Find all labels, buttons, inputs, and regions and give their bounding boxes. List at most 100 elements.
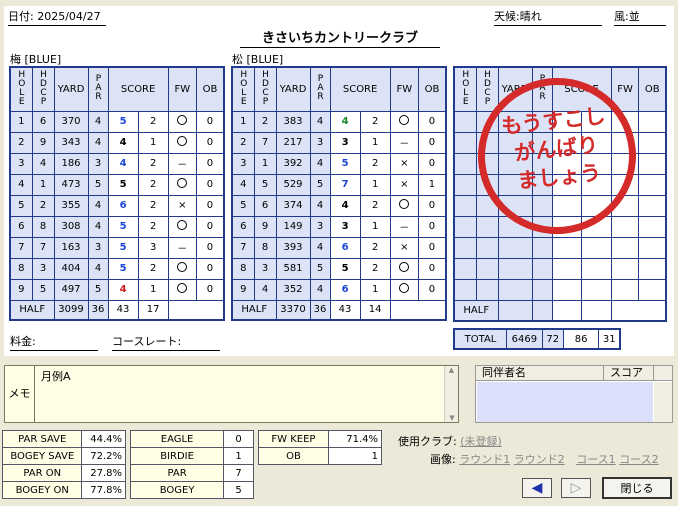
clubs-link[interactable]: (未登録) — [460, 435, 502, 448]
ob-value: 0 — [417, 194, 447, 217]
companion-scrollbar[interactable] — [654, 382, 672, 422]
score-value: 7 — [329, 173, 361, 196]
hdcp-value: 5 — [31, 278, 55, 301]
yard-value: 392 — [275, 152, 311, 175]
course-rate-field[interactable]: コースレート: — [112, 333, 220, 351]
companions-list[interactable]: 同伴者名 スコア — [475, 365, 673, 423]
yard-value: 383 — [275, 110, 311, 133]
ob-value: 0 — [195, 215, 225, 238]
next-button[interactable]: ▷ — [561, 478, 591, 498]
putt-value: 1 — [137, 278, 169, 301]
stat-row: BIRDIE 1 — [129, 447, 254, 465]
fairway-value: × — [389, 173, 419, 196]
front-header-yard: YARD — [53, 66, 89, 112]
memo-text[interactable]: 月例A — [41, 368, 71, 384]
stat-row: EAGLE 0 — [129, 430, 254, 448]
table-row: 8 3 404 4 5 2 0 — [9, 257, 225, 280]
memo-box[interactable]: メモ 月例A ▲ ▼ — [4, 365, 459, 423]
stat-label: PAR — [129, 464, 225, 482]
prev-button[interactable]: ◀ — [522, 478, 552, 498]
fairway-value — [167, 110, 197, 133]
score-value: 5 — [329, 152, 361, 175]
back-half-par: 36 — [309, 299, 331, 321]
putt-value: 1 — [359, 173, 391, 196]
yard-value: 149 — [275, 215, 311, 238]
table-row: 3 1 392 4 5 2 × 0 — [231, 152, 447, 175]
ob-value: 0 — [195, 278, 225, 301]
round2-link[interactable]: ラウンド2 — [514, 453, 565, 466]
stat-row: BOGEY 5 — [129, 481, 254, 499]
hole-number: 3 — [9, 152, 33, 175]
scroll-up-icon[interactable]: ▲ — [445, 366, 458, 374]
putt-value: 2 — [359, 110, 391, 133]
ob-value: 0 — [417, 131, 447, 154]
stat-label: PAR ON — [1, 464, 83, 482]
table-row — [453, 278, 667, 301]
table-row: 3 4 186 3 4 2 － 0 — [9, 152, 225, 175]
table-row: 5 2 355 4 6 2 × 0 — [9, 194, 225, 217]
par-value: 4 — [309, 236, 331, 259]
table-row: 9 4 352 4 6 1 0 — [231, 278, 447, 301]
par-value: 4 — [309, 278, 331, 301]
yard-value: 393 — [275, 236, 311, 259]
hole-number: 3 — [231, 152, 255, 175]
putt-value: 2 — [137, 173, 169, 196]
scroll-down-icon[interactable]: ▼ — [445, 414, 459, 422]
front-half-putt: 17 — [137, 299, 169, 321]
stat-value: 1 — [223, 447, 254, 465]
score-value: 4 — [107, 152, 139, 175]
memo-scrollbar[interactable]: ▲ ▼ — [444, 366, 458, 422]
close-button[interactable]: 閉じる — [602, 477, 672, 499]
table-row: 5 6 374 4 4 2 0 — [231, 194, 447, 217]
back-course-name: 松 [BLUE] — [232, 53, 284, 66]
fee-field[interactable]: 料金: — [10, 333, 98, 351]
score-value: 5 — [107, 110, 139, 133]
yard-value: 308 — [53, 215, 89, 238]
companion-score-header: スコア — [604, 366, 654, 380]
table-row: 7 8 393 4 6 2 × 0 — [231, 236, 447, 259]
hole-number: 4 — [9, 173, 33, 196]
front-half-score: 43 — [107, 299, 139, 321]
putt-value: 2 — [137, 152, 169, 175]
companion-rows[interactable] — [477, 382, 653, 422]
fairway-hit-icon — [399, 262, 410, 272]
stat-row: PAR 7 — [129, 464, 254, 482]
third-header-hdcp: HDCP — [475, 66, 499, 112]
ob-value: 0 — [195, 131, 225, 154]
score-value: 4 — [107, 278, 139, 301]
par-value: 3 — [309, 131, 331, 154]
yard-value: 374 — [275, 194, 311, 217]
total-yard: 6469 — [506, 328, 543, 350]
ob-value: 0 — [195, 236, 225, 259]
weather-field: 天候:晴れ — [494, 8, 602, 26]
hdcp-value: 8 — [31, 215, 55, 238]
round1-link[interactable]: ラウンド1 — [459, 453, 510, 466]
back-nine-table: HOLE HDCP YARD PAR SCORE FW OB 1 2 383 4 4 2 0 2 7 217 3 3… — [231, 66, 447, 321]
par-value: 3 — [87, 236, 109, 259]
stat-value: 44.4% — [81, 430, 126, 448]
stat-value: 0 — [223, 430, 254, 448]
hdcp-value: 1 — [31, 173, 55, 196]
fairway-value — [389, 257, 419, 280]
yard-value: 186 — [53, 152, 89, 175]
hdcp-value: 2 — [31, 194, 55, 217]
fairway-hit-icon — [177, 262, 188, 272]
table-row: 4 5 529 5 7 1 × 1 — [231, 173, 447, 196]
par-value: 4 — [87, 194, 109, 217]
score-value: 5 — [107, 236, 139, 259]
hdcp-value: 2 — [253, 110, 277, 133]
total-table: TOTAL 6469 72 86 31 — [453, 328, 621, 350]
fairway-value: × — [389, 236, 419, 259]
course2-link[interactable]: コース2 — [619, 453, 658, 466]
course1-link[interactable]: コース1 — [576, 453, 615, 466]
score-value: 4 — [329, 110, 361, 133]
table-row — [453, 236, 667, 259]
ob-value: 0 — [195, 257, 225, 280]
front-header-score: SCORE — [107, 66, 169, 112]
fairway-value: × — [389, 152, 419, 175]
hole-number: 1 — [9, 110, 33, 133]
hole-number: 7 — [9, 236, 33, 259]
yard-value: 404 — [53, 257, 89, 280]
fairway-value — [389, 110, 419, 133]
table-row — [453, 257, 667, 280]
